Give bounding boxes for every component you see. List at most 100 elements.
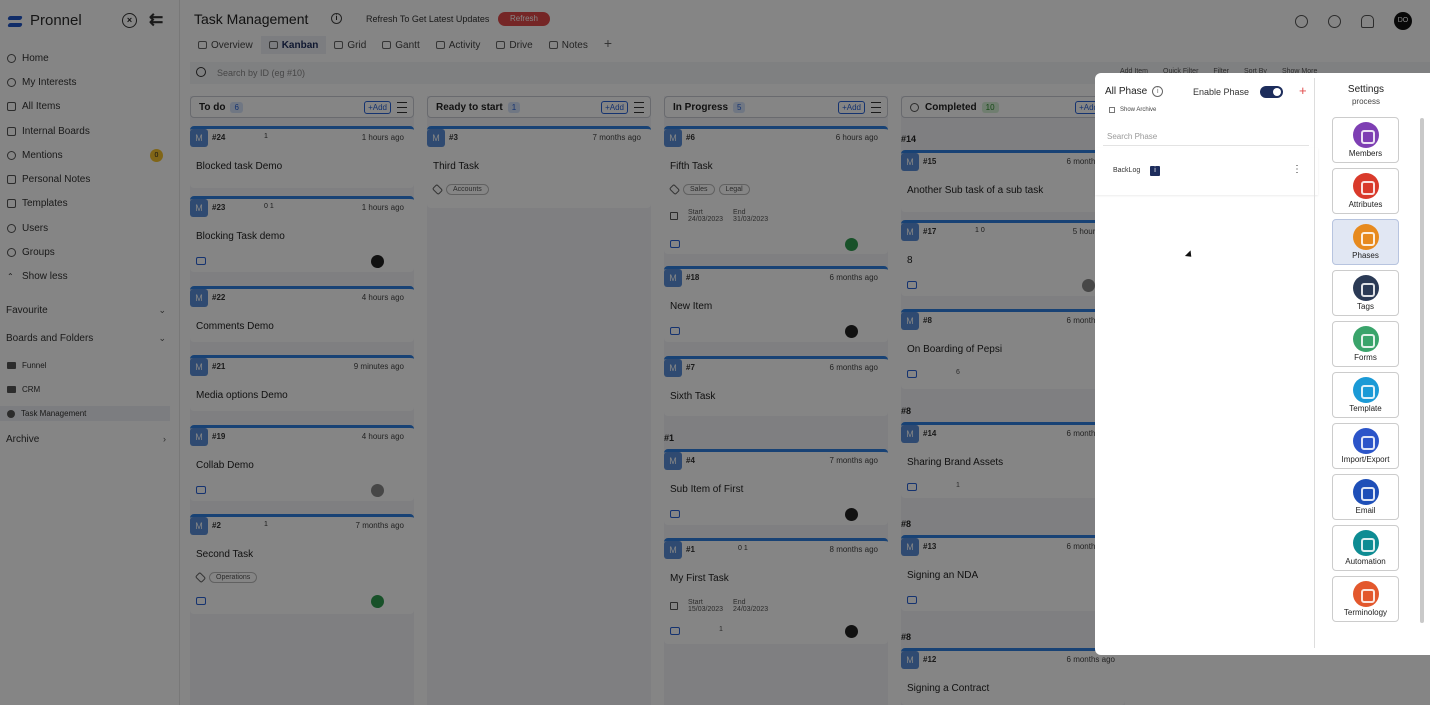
- group-header[interactable]: #8: [901, 632, 1125, 642]
- sidebar-item-personal-notes[interactable]: Personal Notes: [0, 167, 180, 191]
- search-input[interactable]: Search by ID (eg #10): [217, 68, 305, 78]
- kanban-card[interactable]: M #14 6 months ago Sharing Brand Assets …: [901, 422, 1125, 498]
- tab-drive[interactable]: Drive: [488, 36, 540, 54]
- sidebar-item-internal-boards[interactable]: Internal Boards: [0, 119, 180, 143]
- sidebar-item-show-less[interactable]: ⌃ Show less: [0, 265, 180, 289]
- add-card-button[interactable]: +Add: [364, 101, 391, 114]
- users-icon[interactable]: [1295, 14, 1308, 28]
- settings-template-button[interactable]: Template: [1332, 372, 1399, 418]
- comment-icon[interactable]: [907, 596, 917, 604]
- settings-automation-button[interactable]: Automation: [1332, 525, 1399, 571]
- kanban-card[interactable]: M #8 6 months ago On Boarding of Pepsi 6: [901, 309, 1125, 389]
- gear-icon[interactable]: [1328, 14, 1341, 28]
- kanban-card[interactable]: M #22 4 hours ago Comments Demo: [190, 286, 414, 342]
- tab-overview[interactable]: Overview: [190, 36, 261, 54]
- kanban-card[interactable]: M #21 9 minutes ago Media options Demo: [190, 355, 414, 411]
- add-tab-icon[interactable]: +: [604, 36, 612, 54]
- comment-icon[interactable]: [196, 597, 206, 605]
- kanban-card[interactable]: M #18 6 months ago New Item: [664, 266, 888, 342]
- sidebar-item-my-interests[interactable]: My Interests: [0, 70, 180, 94]
- folder-crm[interactable]: CRM: [7, 385, 40, 394]
- tag[interactable]: Accounts: [446, 184, 489, 195]
- group-header[interactable]: #8: [901, 519, 1125, 529]
- kanban-card[interactable]: M #13 6 months ago Signing an NDA: [901, 535, 1125, 611]
- add-phase-icon[interactable]: +: [1299, 83, 1307, 98]
- kanban-card[interactable]: M #1 0 1 8 months ago My First Task Star…: [664, 538, 888, 644]
- tab-gantt[interactable]: Gantt: [374, 36, 427, 54]
- tab-grid[interactable]: Grid: [326, 36, 374, 54]
- group-header[interactable]: #8: [901, 406, 1125, 416]
- comment-icon[interactable]: [907, 483, 917, 491]
- kanban-card[interactable]: M #12 6 months ago Signing a Contract: [901, 648, 1125, 705]
- folder-label: Task Management: [21, 409, 87, 418]
- show-archive-checkbox[interactable]: Show Archive: [1109, 107, 1156, 113]
- search-phase-input[interactable]: Search Phase: [1103, 129, 1309, 146]
- sidebar-item-all-items[interactable]: All Items: [0, 95, 180, 119]
- comment-icon[interactable]: [670, 627, 680, 635]
- comment-icon[interactable]: [670, 327, 680, 335]
- comment-icon[interactable]: [907, 370, 917, 378]
- card-title: Media options Demo: [196, 390, 288, 401]
- kanban-card[interactable]: M #15 6 months ago Another Sub task of a…: [901, 150, 1125, 212]
- tab-activity[interactable]: Activity: [428, 36, 489, 54]
- app-logo[interactable]: Pronnel: [8, 12, 82, 29]
- kanban-card[interactable]: M #24 1 1 hours ago Blocked task Demo: [190, 126, 414, 188]
- favourite-section[interactable]: Favourite ⌄: [6, 305, 174, 316]
- tag[interactable]: Legal: [718, 184, 750, 195]
- archive-section[interactable]: Archive ›: [6, 434, 174, 445]
- sidebar-item-home[interactable]: Home: [0, 46, 180, 70]
- comment-icon[interactable]: [670, 510, 680, 518]
- settings-forms-button[interactable]: Forms: [1332, 321, 1399, 367]
- enable-phase-toggle[interactable]: [1260, 86, 1283, 98]
- kanban-card[interactable]: M #3 7 months ago Third Task Accounts: [427, 126, 651, 208]
- avatar[interactable]: DO: [1394, 12, 1412, 30]
- kanban-card[interactable]: M #2 1 7 months ago Second Task Operatio…: [190, 514, 414, 614]
- more-vertical-icon[interactable]: ⋮: [1292, 165, 1302, 175]
- item-type-icon: M: [664, 359, 682, 377]
- tab-kanban[interactable]: Kanban: [260, 36, 327, 54]
- settings-members-button[interactable]: Members: [1332, 117, 1399, 163]
- tab-notes[interactable]: Notes: [541, 36, 596, 54]
- tag[interactable]: Operations: [209, 572, 258, 583]
- menu-icon[interactable]: [397, 102, 407, 113]
- settings-email-button[interactable]: Email: [1332, 474, 1399, 520]
- tag[interactable]: Sales: [683, 184, 715, 195]
- kanban-card[interactable]: M #4 7 months ago Sub Item of First: [664, 449, 888, 525]
- comment-icon[interactable]: [670, 240, 680, 248]
- settings-import-export-button[interactable]: Import/Export: [1332, 423, 1399, 469]
- collapse-sidebar-icon[interactable]: ⇇: [149, 11, 163, 28]
- info-icon[interactable]: i: [331, 13, 342, 24]
- settings-terminology-button[interactable]: Terminology: [1332, 576, 1399, 622]
- info-icon[interactable]: i: [1152, 86, 1164, 97]
- refresh-button[interactable]: Refresh: [498, 12, 550, 26]
- menu-icon[interactable]: [871, 102, 881, 113]
- add-card-button[interactable]: +Add: [838, 101, 865, 114]
- kanban-card[interactable]: M #23 0 1 1 hours ago Blocking Task demo: [190, 196, 414, 272]
- settings-phases-button[interactable]: Phases: [1332, 219, 1399, 265]
- kanban-card[interactable]: M #17 1 0 5 hours ago 8: [901, 220, 1125, 296]
- bell-icon[interactable]: [1361, 14, 1374, 28]
- group-header[interactable]: #1: [664, 433, 888, 443]
- phase-info-badge[interactable]: i: [1150, 166, 1160, 176]
- folder-funnel[interactable]: Funnel: [7, 361, 46, 370]
- add-card-button[interactable]: +Add: [601, 101, 628, 114]
- comment-icon[interactable]: [196, 257, 206, 265]
- boards-folders-section[interactable]: Boards and Folders ⌄: [6, 333, 174, 344]
- kanban-card[interactable]: M #7 6 months ago Sixth Task: [664, 356, 888, 416]
- sidebar-item-users[interactable]: Users: [0, 216, 180, 240]
- group-header[interactable]: #14: [901, 134, 1125, 144]
- kanban-card[interactable]: M #19 4 hours ago Collab Demo: [190, 425, 414, 501]
- sidebar-item-groups[interactable]: Groups: [0, 240, 180, 264]
- comment-icon[interactable]: [196, 486, 206, 494]
- kanban-card[interactable]: M #6 6 hours ago Fifth Task Sales Legal S…: [664, 126, 888, 254]
- close-circle-icon[interactable]: ×: [122, 13, 137, 28]
- settings-tags-button[interactable]: Tags: [1332, 270, 1399, 316]
- scrollbar[interactable]: [1420, 118, 1424, 623]
- settings-attributes-button[interactable]: Attributes: [1332, 168, 1399, 214]
- menu-icon[interactable]: [634, 102, 644, 113]
- board-task-management[interactable]: Task Management: [0, 406, 170, 421]
- sidebar-item-mentions[interactable]: Mentions 0: [0, 143, 180, 167]
- sidebar-item-templates[interactable]: Templates: [0, 192, 180, 216]
- phase-row-backlog[interactable]: BackLog i ⋮: [1095, 148, 1318, 260]
- comment-icon[interactable]: [907, 281, 917, 289]
